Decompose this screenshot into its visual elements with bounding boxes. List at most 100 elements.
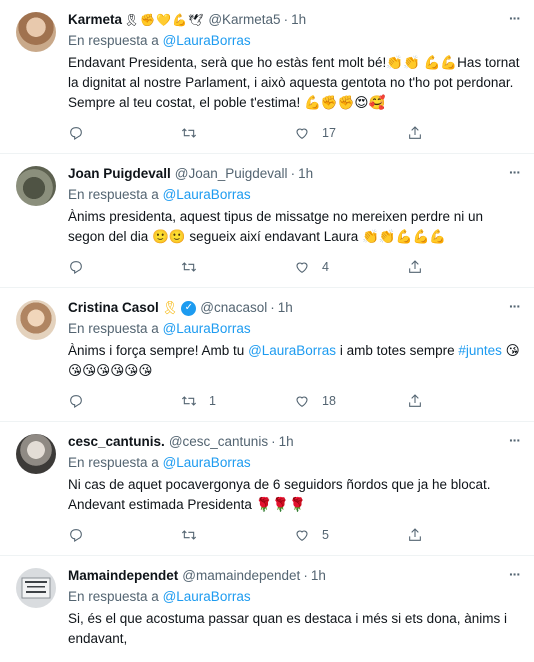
name-emojis: 🎗	[161, 300, 179, 315]
reply-context: En respuesta a @LauraBorras	[68, 319, 520, 339]
heart-icon	[296, 396, 308, 407]
avatar[interactable]	[16, 300, 56, 340]
separator-dot: ·	[270, 300, 275, 315]
retweet-count: 1	[209, 394, 216, 408]
reply-mention[interactable]: @LauraBorras	[163, 187, 251, 202]
avatar-sign-image	[21, 577, 51, 599]
tweet-text: Si, és el que acostuma passar quan es de…	[68, 611, 507, 646]
more-options-icon[interactable]: ···	[509, 164, 521, 180]
tweet-text-part: Ànims i força sempre! Amb tu	[68, 343, 249, 358]
like-count: 5	[322, 528, 329, 542]
reply-tweet[interactable]: Karmeta 🎗✊💛💪🕊 @Karmeta5 · 1h ··· En resp…	[0, 0, 534, 154]
like-button[interactable]: 17	[294, 125, 407, 141]
author-name[interactable]: Mamaindependet	[68, 566, 178, 586]
retweet-button[interactable]	[181, 259, 294, 275]
timestamp[interactable]: 1h	[279, 432, 294, 452]
author-name[interactable]: cesc_cantunis.	[68, 432, 165, 452]
reply-mention[interactable]: @LauraBorras	[163, 455, 251, 470]
share-button[interactable]	[407, 527, 520, 543]
like-count: 4	[322, 260, 329, 274]
reply-tweet[interactable]: cesc_cantunis. @cesc_cantunis · 1h ··· E…	[0, 422, 534, 556]
separator-dot: ·	[303, 568, 308, 583]
share-button[interactable]	[407, 125, 520, 141]
like-button[interactable]: 5	[294, 527, 407, 543]
timestamp[interactable]: 1h	[311, 566, 326, 586]
mention-link[interactable]: @LauraBorras	[248, 343, 336, 358]
hashtag-link[interactable]: #juntes	[458, 343, 502, 358]
like-count: 17	[322, 126, 336, 140]
author-name[interactable]: Karmeta	[68, 10, 122, 30]
tweet-text: Ànims presidenta, aquest tipus de missat…	[68, 209, 483, 244]
author-handle[interactable]: @mamaindependet	[182, 566, 300, 586]
reply-tweet[interactable]: Cristina Casol 🎗 ✓ @cnacasol · 1h ··· En…	[0, 288, 534, 422]
author-handle[interactable]: @Joan_Puigdevall	[175, 164, 288, 184]
verified-badge-icon: ✓	[181, 300, 197, 316]
separator-dot: ·	[290, 166, 296, 181]
reply-mention[interactable]: @LauraBorras	[163, 33, 251, 48]
replies-feed: Karmeta 🎗✊💛💪🕊 @Karmeta5 · 1h ··· En resp…	[0, 0, 534, 662]
retweet-button[interactable]	[181, 527, 294, 543]
retweet-icon	[181, 530, 197, 540]
reply-tweet[interactable]: Mamaindependet @mamaindependet · 1h ··· …	[0, 556, 534, 662]
tweet-actions: 9	[68, 653, 520, 662]
timestamp[interactable]: 1h	[278, 298, 293, 318]
reply-icon	[70, 261, 82, 274]
avatar[interactable]	[16, 166, 56, 206]
timestamp[interactable]: 1h	[291, 10, 306, 30]
name-emojis: 🎗✊💛💪🕊	[124, 13, 205, 27]
separator-dot: ·	[283, 12, 289, 27]
reply-button[interactable]	[68, 393, 181, 409]
separator-dot: ·	[271, 434, 276, 449]
like-button[interactable]: 18	[294, 393, 407, 409]
reply-mention[interactable]: @LauraBorras	[163, 321, 251, 336]
tweet-actions: 1 18	[68, 385, 520, 417]
share-button[interactable]	[407, 393, 520, 409]
heart-icon	[296, 530, 308, 541]
reply-icon	[70, 127, 82, 140]
reply-context: En respuesta a @LauraBorras	[68, 31, 520, 51]
retweet-button[interactable]: 1	[181, 393, 294, 409]
reply-context: En respuesta a @LauraBorras	[68, 453, 520, 473]
reply-prefix: En respuesta a	[68, 187, 159, 202]
retweet-icon	[181, 128, 197, 138]
more-options-icon[interactable]: ···	[509, 432, 521, 448]
more-options-icon[interactable]: ···	[509, 566, 521, 582]
reply-button[interactable]	[68, 527, 181, 543]
tweet-text: Endavant Presidenta, serà que ho estàs f…	[68, 55, 520, 110]
share-icon	[409, 528, 421, 541]
timestamp[interactable]: 1h	[298, 164, 313, 184]
retweet-icon	[181, 396, 197, 406]
retweet-icon	[181, 262, 197, 272]
tweet-text-part: i amb totes sempre	[336, 343, 459, 358]
reply-prefix: En respuesta a	[68, 455, 159, 470]
more-options-icon[interactable]: ···	[509, 298, 521, 314]
tweet-text: Ànims i força sempre! Amb tu @LauraBorra…	[68, 341, 520, 381]
reply-mention[interactable]: @LauraBorras	[163, 589, 251, 604]
reply-tweet[interactable]: Joan Puigdevall @Joan_Puigdevall · 1h ··…	[0, 154, 534, 288]
reply-button[interactable]	[68, 125, 181, 141]
share-button[interactable]	[407, 259, 520, 275]
like-button[interactable]: 4	[294, 259, 407, 275]
more-options-icon[interactable]: ···	[509, 10, 521, 26]
share-icon	[409, 126, 421, 139]
author-handle[interactable]: @cesc_cantunis	[169, 432, 268, 452]
retweet-button[interactable]	[181, 125, 294, 141]
author-name[interactable]: Cristina Casol	[68, 298, 159, 318]
avatar[interactable]	[16, 568, 56, 608]
tweet-actions: 17	[68, 117, 520, 149]
like-count: 18	[322, 394, 336, 408]
avatar[interactable]	[16, 434, 56, 474]
tweet-text: Ni cas de aquet pocavergonya de 6 seguid…	[68, 477, 491, 512]
author-handle[interactable]: @Karmeta5	[208, 10, 280, 30]
author-name[interactable]: Joan Puigdevall	[68, 164, 171, 184]
author-handle[interactable]: @cnacasol	[200, 298, 267, 318]
reply-icon	[70, 395, 82, 408]
tweet-actions: 5	[68, 519, 520, 551]
share-icon	[409, 394, 421, 407]
share-icon	[409, 260, 421, 273]
reply-button[interactable]	[68, 259, 181, 275]
heart-icon	[296, 262, 308, 273]
avatar[interactable]	[16, 12, 56, 52]
heart-icon	[296, 128, 308, 139]
tweet-actions: 4	[68, 251, 520, 283]
